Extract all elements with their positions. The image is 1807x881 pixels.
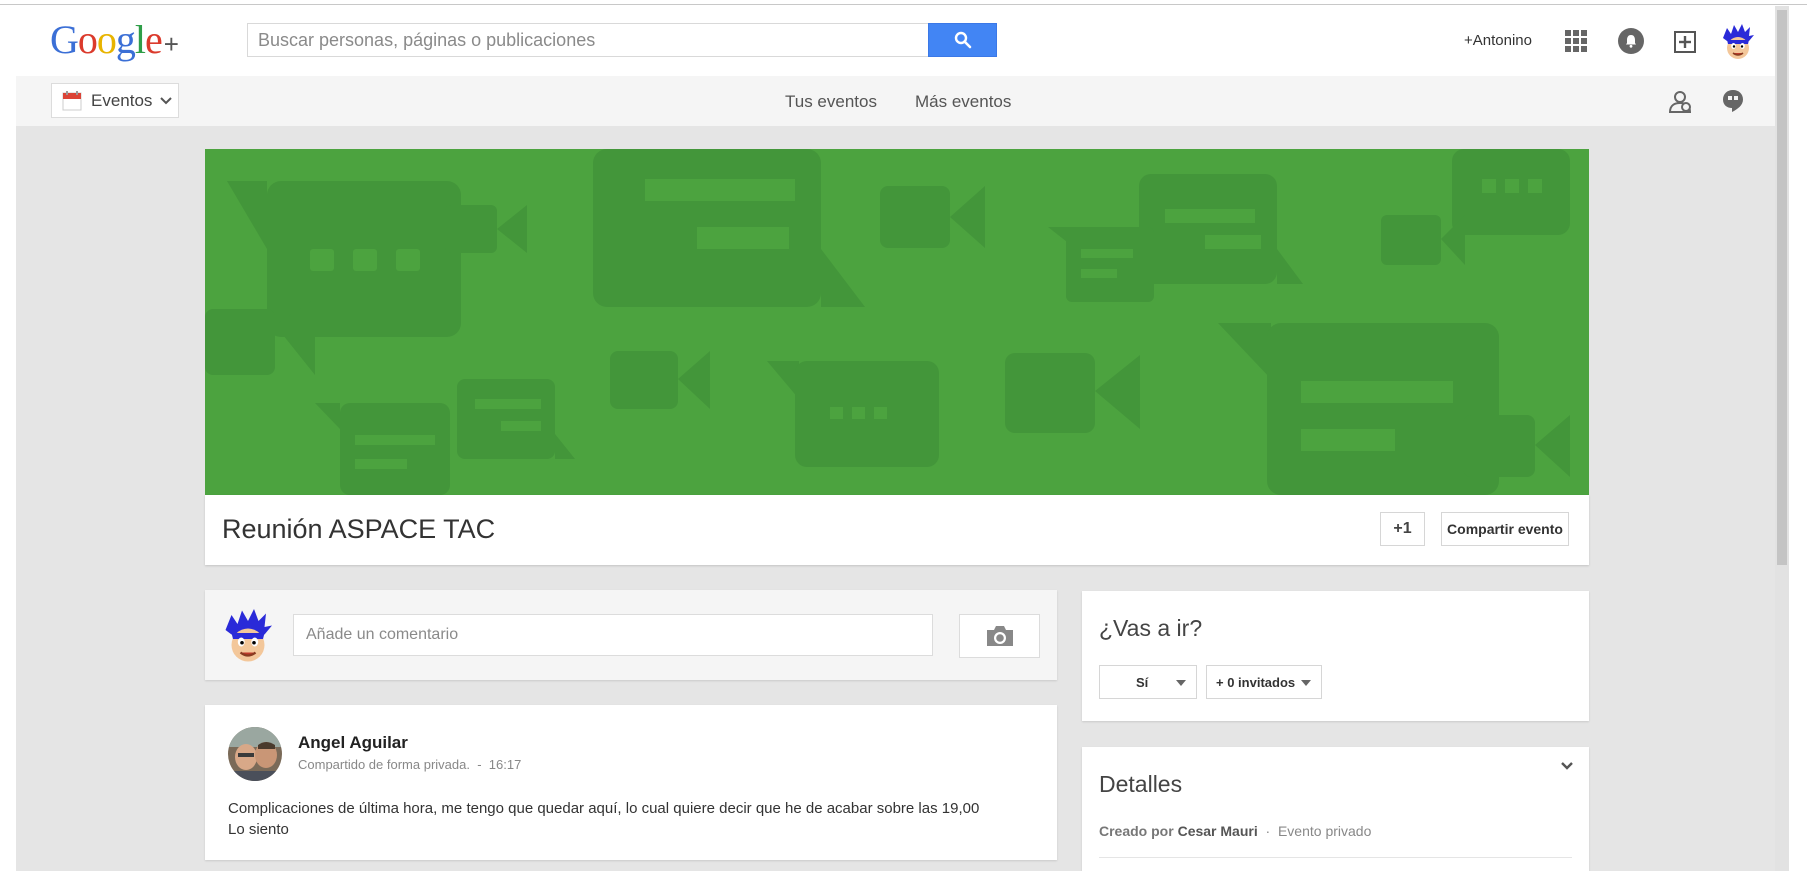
logo-letter-l: l bbox=[134, 17, 146, 62]
post-text-line: Complicaciones de última hora, me tengo … bbox=[228, 800, 980, 817]
logo-letter-g: G bbox=[50, 17, 79, 62]
camera-icon bbox=[986, 626, 1013, 646]
google-plus-logo[interactable]: Google+ bbox=[50, 17, 179, 62]
event-cover-banner bbox=[205, 149, 1589, 495]
post-meta: Compartido de forma privada. - 16:17 bbox=[298, 757, 521, 772]
hangouts-icon[interactable] bbox=[1721, 89, 1745, 113]
banner-pattern bbox=[205, 149, 1570, 495]
window-frame-top bbox=[0, 0, 1807, 5]
comment-composer bbox=[205, 590, 1057, 680]
details-card: Detalles Creado por Cesar Mauri · Evento… bbox=[1082, 747, 1589, 871]
user-avatar bbox=[225, 609, 272, 662]
logo-letter-g2: g bbox=[115, 17, 136, 62]
guests-select[interactable]: + 0 invitados bbox=[1206, 665, 1322, 699]
post-meta-separator: - bbox=[477, 757, 482, 772]
post-body: Complicaciones de última hora, me tengo … bbox=[228, 798, 979, 840]
creator-name[interactable]: Cesar Mauri bbox=[1178, 823, 1258, 839]
post-visibility: Compartido de forma privada. bbox=[298, 757, 470, 772]
search-button[interactable] bbox=[928, 23, 997, 57]
logo-letter-e: e bbox=[145, 17, 163, 62]
event-title: Reunión ASPACE TAC bbox=[222, 514, 496, 544]
share-box-icon[interactable] bbox=[1673, 30, 1697, 54]
nav-your-events[interactable]: Tus eventos bbox=[785, 92, 877, 112]
window-bottom-edge bbox=[0, 871, 1807, 881]
scrollbar-thumb[interactable] bbox=[1777, 10, 1787, 565]
rsvp-answer-value: Sí bbox=[1136, 674, 1149, 690]
details-dot: · bbox=[1265, 823, 1271, 839]
divider bbox=[1099, 857, 1572, 858]
post-card: Angel Aguilar Compartido de forma privad… bbox=[205, 705, 1057, 860]
comment-input[interactable] bbox=[293, 614, 933, 656]
chevron-down-icon[interactable] bbox=[1560, 761, 1574, 771]
nav-more-events[interactable]: Más eventos bbox=[915, 92, 1011, 112]
calendar-icon bbox=[62, 90, 82, 110]
post-author-name[interactable]: Angel Aguilar bbox=[298, 733, 408, 753]
page-scrollbar[interactable] bbox=[1775, 6, 1789, 871]
post-text-line: Lo siento bbox=[228, 821, 289, 838]
event-title-bar: Reunión ASPACE TAC +1 Compartir evento bbox=[205, 495, 1589, 565]
details-meta: Creado por Cesar Mauri · Evento privado bbox=[1099, 823, 1371, 839]
top-header: Google+ +Antonino bbox=[16, 6, 1775, 76]
caret-down-icon bbox=[1301, 680, 1311, 686]
profile-link[interactable]: +Antonino bbox=[1464, 32, 1532, 49]
people-icon[interactable] bbox=[1666, 88, 1694, 116]
search-input[interactable] bbox=[248, 24, 929, 56]
rsvp-answer-select[interactable]: Sí bbox=[1099, 665, 1197, 699]
rsvp-card: ¿Vas a ir? Sí + 0 invitados bbox=[1082, 591, 1589, 721]
chevron-down-icon bbox=[160, 96, 173, 104]
created-by-label: Creado por bbox=[1099, 823, 1174, 839]
events-app-menu[interactable]: Eventos bbox=[51, 83, 179, 118]
plus-one-button[interactable]: +1 bbox=[1380, 512, 1425, 546]
share-event-button[interactable]: Compartir evento bbox=[1441, 512, 1569, 546]
caret-down-icon bbox=[1176, 680, 1186, 686]
details-title: Detalles bbox=[1099, 771, 1183, 797]
add-photo-button[interactable] bbox=[959, 614, 1040, 658]
rsvp-title: ¿Vas a ir? bbox=[1099, 615, 1203, 641]
guests-value: + 0 invitados bbox=[1216, 674, 1296, 690]
search-icon bbox=[954, 31, 971, 49]
logo-plus: + bbox=[163, 29, 179, 59]
search-box bbox=[247, 23, 930, 57]
post-time[interactable]: 16:17 bbox=[489, 757, 522, 772]
user-avatar[interactable] bbox=[1721, 24, 1755, 60]
post-author-avatar[interactable] bbox=[228, 727, 282, 781]
notifications-bell-icon[interactable] bbox=[1618, 28, 1644, 54]
event-privacy: Evento privado bbox=[1277, 823, 1372, 839]
apps-grid-icon[interactable] bbox=[1565, 30, 1587, 52]
logo-letter-o2: o bbox=[96, 17, 117, 62]
sub-navigation-bar: Eventos Tus eventos Más eventos bbox=[16, 76, 1775, 127]
logo-letter-o1: o bbox=[77, 17, 98, 62]
events-menu-label: Eventos bbox=[91, 90, 153, 110]
